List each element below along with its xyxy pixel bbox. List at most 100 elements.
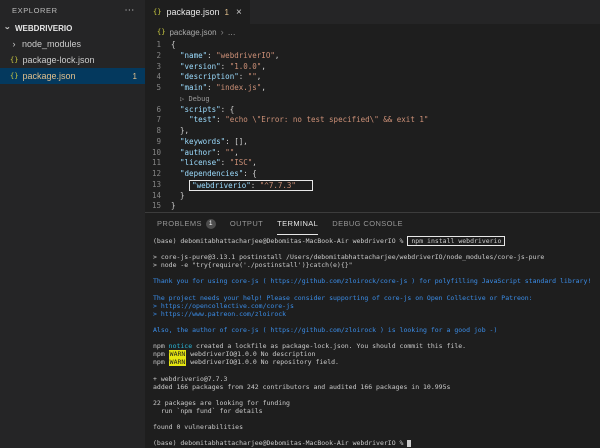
code-token: "echo \"Error: no test specified\" && ex… bbox=[225, 115, 428, 126]
line-number: 12 bbox=[145, 169, 171, 180]
sidebar-item-package-lock.json[interactable]: {}package-lock.json bbox=[0, 52, 145, 68]
terminal-line: run `npm fund` for details bbox=[153, 407, 600, 415]
terminal-line: > node -e "try{require('./postinstall')}… bbox=[153, 261, 600, 269]
terminal-line bbox=[153, 415, 600, 423]
terminal-text: (base) debomitabhattacharjee@Debomitas-M… bbox=[153, 237, 407, 245]
codelens-row: ▷ Debug bbox=[145, 94, 600, 105]
code-token: : [], bbox=[225, 137, 248, 148]
code-line: 7 "test": "echo \"Error: no test specifi… bbox=[145, 115, 600, 126]
code-token: "main" bbox=[180, 83, 207, 94]
line-number: 8 bbox=[145, 126, 171, 137]
explorer-sidebar: EXPLORER ⋯ › WEBDRIVERIO ›node_modules{}… bbox=[0, 0, 145, 448]
terminal-line: > https://www.patreon.com/zloirock bbox=[153, 310, 600, 318]
terminal-text: Also, the author of core-js ( https://gi… bbox=[153, 326, 497, 334]
code-editor[interactable]: 1{2 "name": "webdriverIO",3 "version": "… bbox=[145, 40, 600, 212]
problems-badge: 1 bbox=[133, 72, 137, 81]
code-token: , bbox=[252, 158, 257, 169]
code-token: : { bbox=[243, 169, 257, 180]
more-actions-icon[interactable]: ⋯ bbox=[124, 5, 135, 16]
panel-tab-output[interactable]: OUTPUT bbox=[230, 213, 263, 235]
json-file-icon: {} bbox=[153, 8, 161, 16]
annotation-box: "webdriverio": "^7.7.3" bbox=[189, 180, 313, 191]
line-number: 9 bbox=[145, 137, 171, 148]
line-number: 11 bbox=[145, 158, 171, 169]
code-token bbox=[171, 115, 189, 126]
terminal-text: found 0 vulnerabilities bbox=[153, 423, 243, 431]
terminal-line bbox=[153, 391, 600, 399]
breadcrumb-file[interactable]: package.json bbox=[169, 28, 216, 37]
terminal-text: npm bbox=[153, 350, 169, 358]
code-token: "" bbox=[248, 72, 257, 83]
sidebar-item-package.json[interactable]: {}package.json1 bbox=[0, 68, 145, 84]
terminal-cursor bbox=[407, 440, 411, 447]
terminal-text: webdriverIO@1.0.0 No repository field. bbox=[186, 358, 339, 366]
line-number bbox=[145, 94, 171, 105]
code-line: 13 "webdriverio": "^7.7.3" bbox=[145, 180, 600, 191]
chevron-right-icon: › bbox=[221, 27, 224, 37]
terminal-line: (base) debomitabhattacharjee@Debomitas-M… bbox=[153, 439, 600, 447]
terminal-text: run `npm fund` for details bbox=[153, 407, 263, 415]
code-line: 8 }, bbox=[145, 126, 600, 137]
panel-tab-label: DEBUG CONSOLE bbox=[332, 219, 403, 228]
line-number: 6 bbox=[145, 105, 171, 116]
code-token: "dependencies" bbox=[180, 169, 243, 180]
code-token: } bbox=[171, 191, 185, 202]
file-name: node_modules bbox=[22, 39, 81, 49]
code-token bbox=[171, 137, 180, 148]
json-file-icon: {} bbox=[10, 56, 18, 64]
terminal-output[interactable]: (base) debomitabhattacharjee@Debomitas-M… bbox=[145, 235, 600, 448]
terminal-text: created a lockfile as package-lock.json.… bbox=[192, 342, 466, 350]
code-line: 11 "license": "ISC", bbox=[145, 158, 600, 169]
debug-codelens[interactable]: ▷ Debug bbox=[180, 94, 210, 105]
terminal-line: Also, the author of core-js ( https://gi… bbox=[153, 326, 600, 334]
code-line: 1{ bbox=[145, 40, 600, 51]
terminal-line: 22 packages are looking for funding bbox=[153, 399, 600, 407]
explorer-file-list: ›node_modules{}package-lock.json{} packag… bbox=[0, 36, 145, 84]
tab-problems-badge: 1 bbox=[224, 8, 228, 17]
problems-count-badge: 1 bbox=[206, 219, 216, 229]
terminal-line bbox=[153, 318, 600, 326]
sidebar-item-node_modules[interactable]: ›node_modules bbox=[0, 36, 145, 52]
panel-tab-debug-console[interactable]: DEBUG CONSOLE bbox=[332, 213, 403, 235]
file-name: package.json bbox=[22, 71, 75, 81]
json-file-icon: {} bbox=[157, 28, 165, 36]
terminal-text: > core-js-pure@3.13.1 postinstall /Users… bbox=[153, 253, 544, 261]
terminal-line: (base) debomitabhattacharjee@Debomitas-M… bbox=[153, 237, 600, 245]
code-token: : bbox=[207, 83, 216, 94]
code-token: "license" bbox=[180, 158, 221, 169]
code-token: , bbox=[261, 83, 266, 94]
terminal-text: WARN bbox=[169, 358, 187, 366]
line-number: 4 bbox=[145, 72, 171, 83]
line-number: 1 bbox=[145, 40, 171, 51]
code-line: 6 "scripts": { bbox=[145, 105, 600, 116]
bottom-panel: PROBLEMS1 OUTPUT TERMINAL DEBUG CONSOLE (ba… bbox=[145, 212, 600, 448]
code-token: "1.0.0" bbox=[230, 62, 262, 73]
code-token: : { bbox=[221, 105, 235, 116]
editor-area: {} package.json 1 × {} package.json › … … bbox=[145, 0, 600, 448]
code-token: "description" bbox=[180, 72, 239, 83]
code-line: 12 "dependencies": { bbox=[145, 169, 600, 180]
terminal-text: > node -e "try{require('./postinstall')}… bbox=[153, 261, 353, 269]
terminal-line bbox=[153, 269, 600, 277]
terminal-line: found 0 vulnerabilities bbox=[153, 423, 600, 431]
code-line: 3 "version": "1.0.0", bbox=[145, 62, 600, 73]
line-number: 14 bbox=[145, 191, 171, 202]
code-token bbox=[171, 94, 180, 105]
code-token bbox=[171, 83, 180, 94]
close-icon[interactable]: × bbox=[236, 7, 242, 18]
tab-label: package.json bbox=[166, 7, 219, 17]
terminal-text: 22 packages are looking for funding bbox=[153, 399, 290, 407]
code-token: "" bbox=[225, 148, 234, 159]
code-token: , bbox=[275, 51, 280, 62]
code-token: : bbox=[251, 181, 260, 190]
sidebar-folder-webdriverio[interactable]: › WEBDRIVERIO bbox=[0, 20, 145, 36]
panel-tab-problems[interactable]: PROBLEMS1 bbox=[157, 213, 216, 235]
terminal-text: notice bbox=[169, 342, 192, 350]
breadcrumb-symbol[interactable]: … bbox=[228, 28, 236, 37]
tab-package-json[interactable]: {} package.json 1 × bbox=[145, 0, 250, 24]
terminal-text: > https://opencollective.com/core-js bbox=[153, 302, 294, 310]
panel-tab-terminal[interactable]: TERMINAL bbox=[277, 213, 318, 235]
vscode-window: EXPLORER ⋯ › WEBDRIVERIO ›node_modules{}… bbox=[0, 0, 600, 448]
terminal-line bbox=[153, 286, 600, 294]
terminal-text: (base) debomitabhattacharjee@Debomitas-M… bbox=[153, 439, 407, 447]
